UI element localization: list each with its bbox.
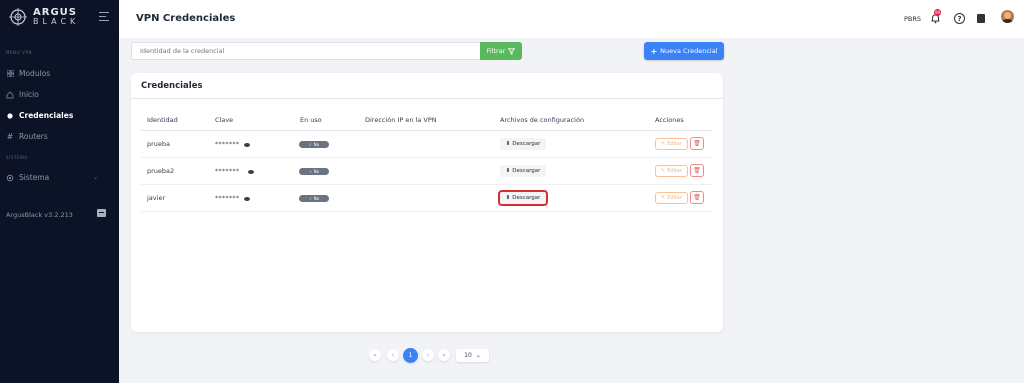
column-header: Archivos de configuración: [500, 116, 585, 124]
column-header: Dirección IP en la VPN: [365, 116, 437, 124]
avatar[interactable]: [1001, 10, 1014, 23]
edit-button[interactable]: ✎ Editar: [655, 192, 688, 204]
download-label: Descargar: [512, 195, 541, 201]
cell-identity: javier: [147, 194, 166, 202]
hash-icon: #: [6, 132, 14, 141]
page-size-select[interactable]: 10 ⌄: [456, 349, 489, 362]
home-icon: [6, 91, 14, 99]
menu-toggle-icon[interactable]: [99, 12, 109, 21]
trash-icon: 🗑: [693, 194, 701, 201]
divider: [141, 130, 713, 131]
chevron-down-icon[interactable]: ⌄: [93, 174, 98, 181]
in-use-badge: ✓ No: [299, 168, 329, 175]
new-credential-label: Nueva Credencial: [660, 47, 718, 55]
topbar: VPN Credenciales PBRS 99 ?: [119, 0, 1024, 38]
page-size-value: 10: [464, 352, 472, 359]
divider: [131, 98, 723, 99]
divider: [141, 157, 713, 158]
cell-password: *******: [215, 168, 240, 175]
edit-button[interactable]: ✎ Editar: [655, 165, 688, 177]
grid-icon: [6, 70, 14, 78]
eye-icon[interactable]: [248, 170, 254, 174]
sidebar-item-sistema[interactable]: Sistema ⌄: [6, 173, 106, 182]
plus-icon: +: [650, 46, 658, 56]
logo[interactable]: ARGUS BLACK: [8, 6, 80, 26]
pagination-page[interactable]: 1: [403, 348, 418, 363]
new-credential-button[interactable]: + Nueva Credencial: [644, 42, 724, 60]
delete-button[interactable]: 🗑: [690, 164, 704, 177]
sidebar-item-modulos[interactable]: Modulos: [6, 69, 106, 78]
dot-icon: [6, 112, 14, 120]
gear-icon: [6, 174, 14, 182]
trash-icon: 🗑: [693, 167, 701, 174]
book-icon[interactable]: [977, 14, 985, 23]
download-button[interactable]: ⬇ Descargar: [500, 165, 546, 177]
sidebar-item-label: Inicio: [19, 90, 39, 99]
logo-icon: [9, 8, 27, 26]
divider: [141, 211, 713, 212]
logo-text-black: BLACK: [33, 16, 80, 26]
column-header: Identidad: [147, 116, 178, 124]
eye-icon[interactable]: [244, 143, 250, 147]
edit-icon: ✎: [660, 195, 666, 201]
download-label: Descargar: [512, 141, 541, 147]
eye-icon[interactable]: [244, 197, 250, 201]
sidebar-item-inicio[interactable]: Inicio: [6, 90, 106, 99]
download-icon: ⬇: [505, 168, 511, 174]
sidebar-item-label: Credenciales: [19, 111, 74, 120]
download-icon: ⬇: [505, 195, 511, 201]
sidebar-item-label: Sistema: [19, 173, 50, 182]
sidebar-item-routers[interactable]: # Routers: [6, 132, 106, 141]
version-label: ArgusBlack v3.2.213: [6, 211, 73, 219]
column-header: Clave: [215, 116, 234, 124]
cell-password: *******: [215, 141, 240, 148]
download-label: Descargar: [512, 168, 541, 174]
sidebar-item-label: Routers: [19, 132, 48, 141]
download-button[interactable]: ⬇ Descargar: [498, 190, 548, 206]
column-header: En uso: [300, 116, 322, 124]
filter-icon: [508, 47, 516, 55]
filter-button[interactable]: Filtrar: [480, 42, 522, 60]
section-title-menu: MENU VPN: [6, 50, 33, 55]
divider: [141, 184, 713, 185]
edit-icon: ✎: [660, 141, 666, 147]
card-title: Credenciales: [141, 81, 203, 91]
cell-identity: prueba: [147, 140, 171, 148]
help-icon[interactable]: ?: [954, 13, 965, 24]
delete-button[interactable]: 🗑: [690, 137, 704, 150]
sidebar-item-credenciales[interactable]: Credenciales: [6, 111, 106, 120]
user-code[interactable]: PBRS: [904, 15, 921, 23]
edit-icon: ✎: [660, 168, 666, 174]
edit-button[interactable]: ✎ Editar: [655, 138, 688, 150]
notification-badge: 99: [934, 9, 941, 16]
download-icon: ⬇: [505, 141, 511, 147]
search-input[interactable]: [131, 42, 481, 60]
edit-label: Editar: [667, 195, 682, 201]
sidebar: ARGUS BLACK MENU VPN Modulos Inicio Cred…: [0, 0, 119, 383]
pagination-prev[interactable]: ‹: [387, 349, 399, 361]
pagination-last[interactable]: »: [438, 349, 450, 361]
section-title-system: SISTEMA: [6, 155, 28, 160]
cell-password: *******: [215, 195, 240, 202]
edit-label: Editar: [667, 141, 682, 147]
filter-button-label: Filtrar: [486, 47, 506, 55]
cell-identity: prueba2: [147, 167, 175, 175]
in-use-badge: ✓ No: [299, 141, 329, 148]
edit-label: Editar: [667, 168, 682, 174]
trash-icon: 🗑: [693, 140, 701, 147]
pagination-next[interactable]: ›: [422, 349, 434, 361]
column-header: Acciones: [655, 116, 684, 124]
in-use-badge: ✓ No: [299, 195, 329, 202]
logo-text-argus: ARGUS: [33, 6, 77, 18]
download-button[interactable]: ⬇ Descargar: [500, 138, 546, 150]
pagination-first[interactable]: «: [369, 349, 381, 361]
chevron-down-icon: ⌄: [475, 352, 481, 359]
sidebar-item-label: Modulos: [19, 69, 51, 78]
credentials-card: Credenciales Identidad Clave En uso Dire…: [131, 73, 723, 332]
card-icon[interactable]: [97, 209, 106, 217]
delete-button[interactable]: 🗑: [690, 191, 704, 204]
page-title: VPN Credenciales: [136, 13, 236, 24]
